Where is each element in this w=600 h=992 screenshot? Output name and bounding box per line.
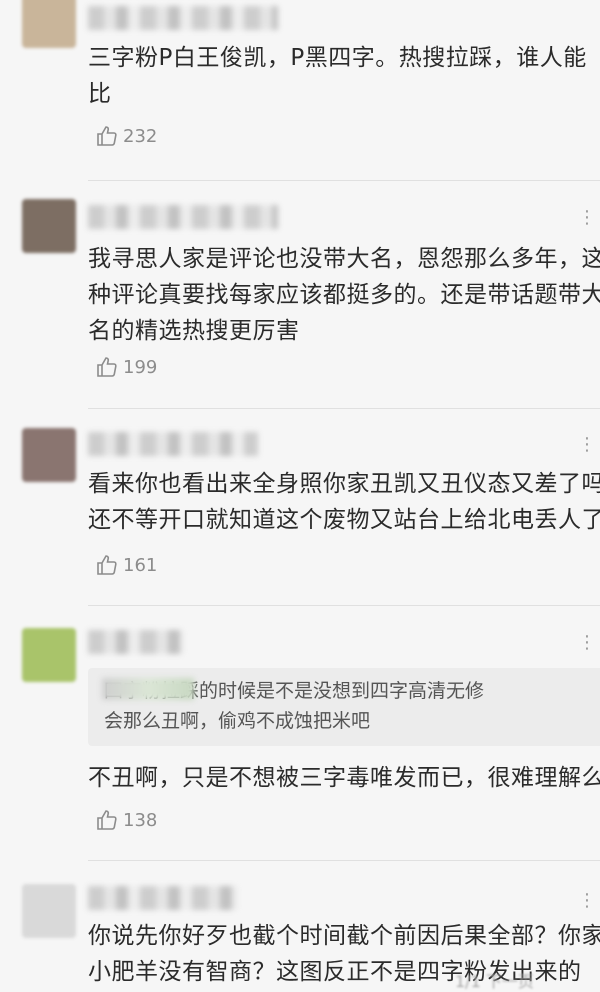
page-indicator[interactable]: 1/1 下一页	[455, 968, 534, 992]
like-button[interactable]: 199	[95, 355, 157, 379]
divider	[88, 408, 600, 409]
quoted-username-blurred	[102, 678, 194, 700]
like-count: 161	[123, 554, 158, 576]
comment-item: 三字粉P白王俊凯，P黑四字。热搜拉踩，谁人能 比 232	[0, 0, 600, 180]
like-count: 138	[123, 809, 158, 831]
username-blurred[interactable]	[88, 6, 278, 30]
avatar[interactable]	[22, 884, 76, 938]
like-button[interactable]: 138	[95, 808, 157, 832]
comment-text: 不丑啊，只是不想被三字毒唯发而已，很难理解么	[88, 765, 600, 791]
comment-item: ⋮ 看来你也看出来全身照你家丑凯又丑仪态又差了吗 还不等开口就知道这个废物又站台…	[0, 420, 600, 610]
thumbs-up-icon	[95, 808, 119, 832]
comment-item: ⋮ 我寻思人家是评论也没带大名，恩怨那么多年，这 种评论真要找每家应该都挺多的。…	[0, 195, 600, 405]
comment-text: 我寻思人家是评论也没带大名，恩怨那么多年，这 种评论真要找每家应该都挺多的。还是…	[88, 246, 600, 344]
like-count: 232	[123, 125, 158, 147]
more-options-icon[interactable]: ⋮	[578, 436, 596, 454]
avatar[interactable]	[22, 0, 76, 48]
like-count: 199	[123, 356, 158, 378]
more-options-icon[interactable]: ⋮	[578, 209, 596, 227]
quoted-reply[interactable]: 四字粉拉踩的时候是不是没想到四字高清无修 会那么丑啊，偷鸡不成蚀把米吧	[88, 668, 600, 746]
like-button[interactable]: 232	[95, 124, 157, 148]
more-options-icon[interactable]: ⋮	[578, 634, 596, 652]
avatar[interactable]	[22, 628, 76, 682]
divider	[88, 605, 600, 606]
thumbs-up-icon	[95, 355, 119, 379]
thumbs-up-icon	[95, 553, 119, 577]
thumbs-up-icon	[95, 124, 119, 148]
comment-item: ⋮ 四字粉拉踩的时候是不是没想到四字高清无修 会那么丑啊，偷鸡不成蚀把米吧 不丑…	[0, 620, 600, 860]
username-blurred[interactable]	[88, 205, 278, 229]
avatar[interactable]	[22, 428, 76, 482]
like-button[interactable]: 161	[95, 553, 157, 577]
avatar[interactable]	[22, 199, 76, 253]
username-blurred[interactable]	[88, 630, 184, 654]
username-blurred[interactable]	[88, 432, 258, 456]
comment-text: 看来你也看出来全身照你家丑凯又丑仪态又差了吗 还不等开口就知道这个废物又站台上给…	[88, 471, 600, 533]
more-options-icon[interactable]: ⋮	[578, 892, 596, 910]
comment-text: 三字粉P白王俊凯，P黑四字。热搜拉踩，谁人能 比	[88, 45, 587, 107]
comment-item: ⋮ 你说先你好歹也截个时间截个前因后果全部？你家 小肥羊没有智商？这图反正不是四…	[0, 872, 600, 985]
divider	[88, 860, 600, 861]
username-blurred[interactable]	[88, 886, 238, 910]
divider	[88, 180, 600, 181]
